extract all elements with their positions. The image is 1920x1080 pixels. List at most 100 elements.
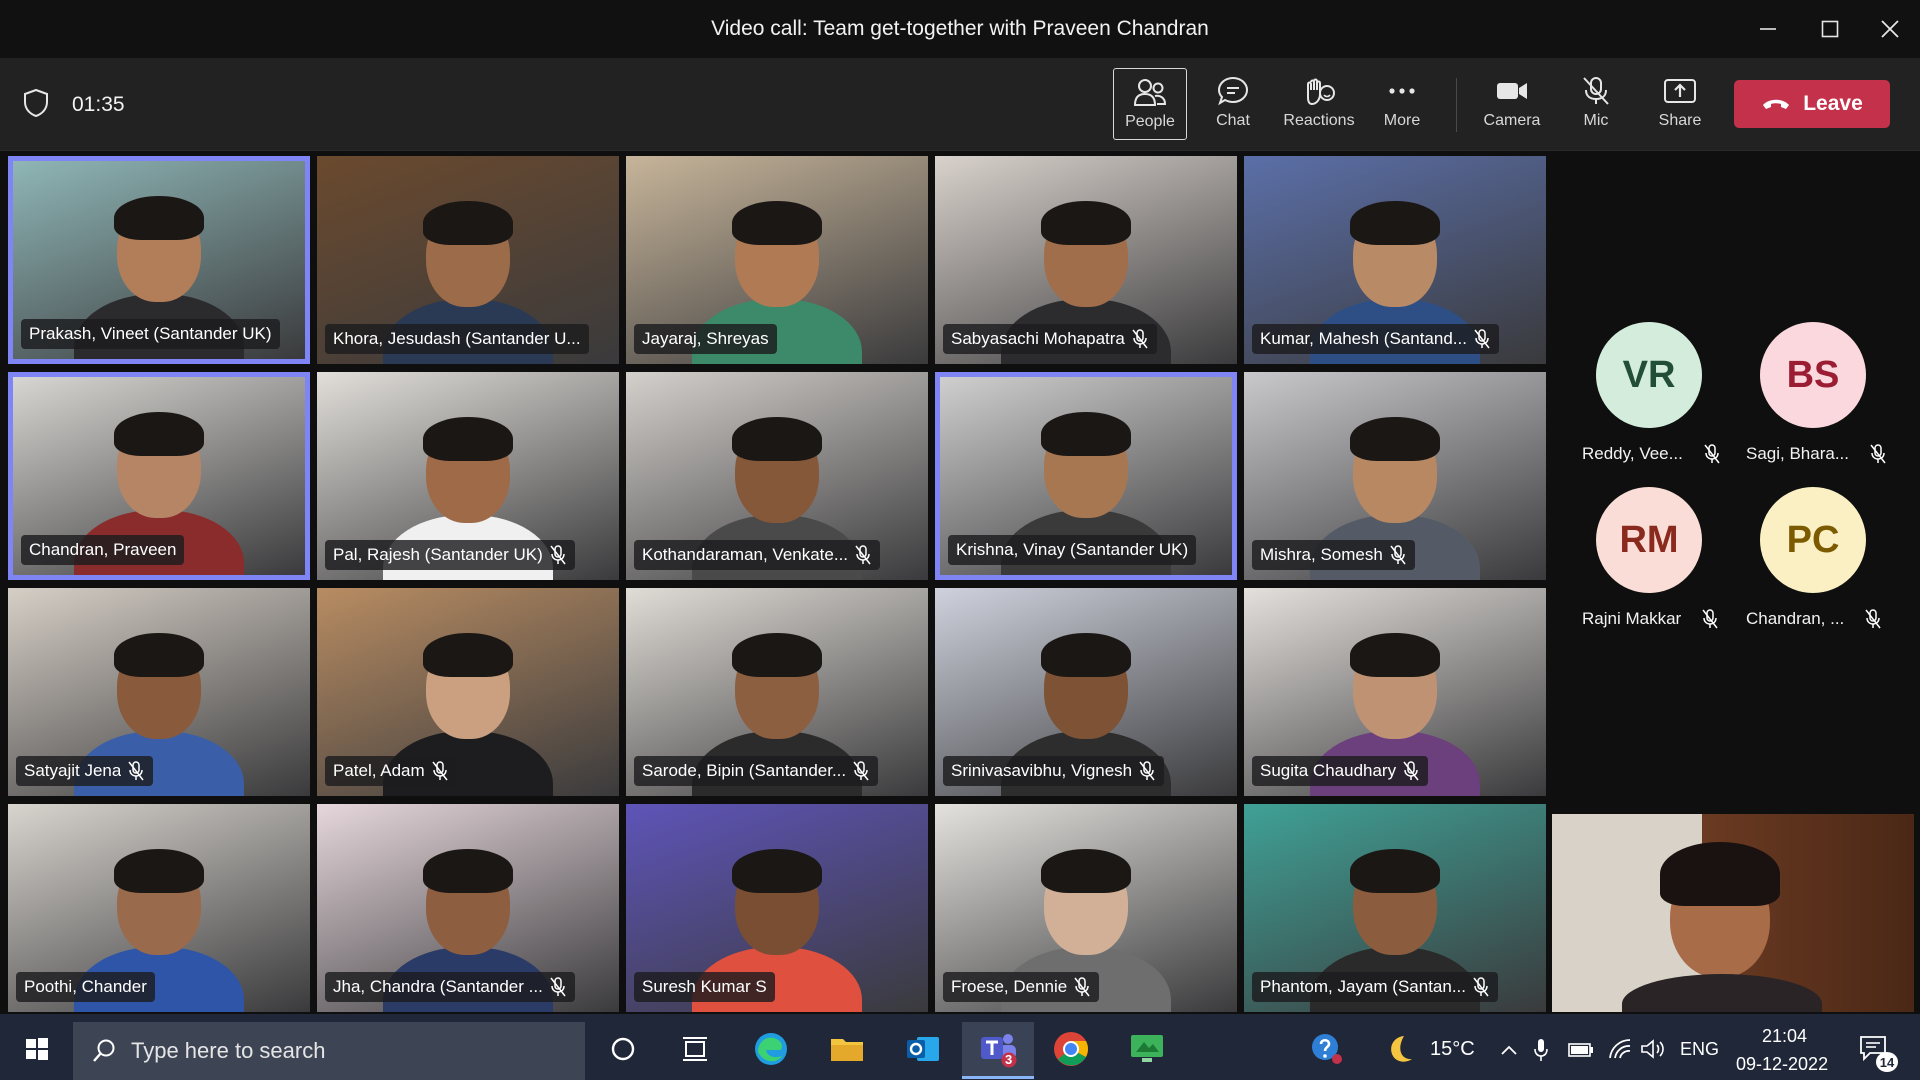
close-button[interactable] xyxy=(1870,10,1910,48)
participant-video-tile[interactable]: Phantom, Jayam (Santan... xyxy=(1244,804,1546,1012)
mic-off-icon xyxy=(550,545,566,565)
help-tray[interactable] xyxy=(1298,1022,1356,1076)
avatar-initials: BS xyxy=(1786,353,1840,396)
people-button[interactable]: People xyxy=(1113,68,1187,140)
mic-off-icon xyxy=(1865,609,1881,629)
participant-video-tile[interactable]: Chandran, Praveen xyxy=(8,372,310,580)
participant-hair xyxy=(1041,201,1131,245)
participant-nameplate: Pal, Rajesh (Santander UK) xyxy=(325,540,575,570)
window-title: Video call: Team get-together with Prave… xyxy=(711,17,1209,40)
share-button[interactable]: Share xyxy=(1644,68,1716,138)
participant-hair xyxy=(114,849,204,893)
participant-nameplate: Krishna, Vinay (Santander UK) xyxy=(948,535,1197,565)
participant-nameplate: Suresh Kumar S xyxy=(634,972,775,1002)
temperature[interactable]: 15°C xyxy=(1430,1038,1475,1061)
shield-icon[interactable] xyxy=(22,88,50,118)
microphone-tray-icon[interactable] xyxy=(1534,1038,1548,1062)
participant-video-tile[interactable]: Jha, Chandra (Santander ... xyxy=(317,804,619,1012)
mic-button[interactable]: Mic xyxy=(1560,68,1632,138)
task-view-button[interactable] xyxy=(666,1022,724,1076)
chat-button[interactable]: Chat xyxy=(1197,68,1269,138)
participant-video-tile[interactable]: Kothandaraman, Venkate... xyxy=(626,372,928,580)
participant-name: Sarode, Bipin (Santander... xyxy=(642,761,847,780)
participant-avatar[interactable]: PC xyxy=(1760,487,1866,593)
avatar-name-label: Reddy, Vee... xyxy=(1582,444,1721,464)
wifi-icon[interactable] xyxy=(1608,1038,1632,1060)
mic-off-icon xyxy=(1132,329,1148,349)
start-button[interactable] xyxy=(8,1022,66,1076)
avatar-initials: PC xyxy=(1786,518,1840,561)
remote-desktop-app[interactable] xyxy=(1118,1022,1176,1076)
more-button[interactable]: More xyxy=(1366,68,1438,138)
maximize-button[interactable] xyxy=(1810,10,1850,48)
folder-icon xyxy=(831,1039,863,1061)
self-video-preview[interactable] xyxy=(1552,814,1914,1012)
participant-hair xyxy=(423,201,513,245)
window-titlebar: Video call: Team get-together with Prave… xyxy=(0,0,1920,58)
share-icon xyxy=(1664,79,1696,103)
clock-date[interactable]: 09-12-2022 xyxy=(1736,1054,1828,1075)
participant-video-tile[interactable]: Sabyasachi Mohapatra xyxy=(935,156,1237,364)
camera-label: Camera xyxy=(1483,112,1541,129)
mic-label: Mic xyxy=(1583,112,1609,129)
mic-off-icon xyxy=(1390,545,1406,565)
participant-video-tile[interactable]: Satyajit Jena xyxy=(8,588,310,796)
minimize-button[interactable] xyxy=(1748,10,1788,48)
participant-name: Suresh Kumar S xyxy=(642,977,767,996)
participant-hair xyxy=(114,196,204,240)
participant-nameplate: Patel, Adam xyxy=(325,756,457,786)
participant-video-tile[interactable]: Pal, Rajesh (Santander UK) xyxy=(317,372,619,580)
reactions-button[interactable]: Reactions xyxy=(1278,68,1360,138)
teams-app[interactable]: 3 xyxy=(962,1022,1034,1079)
outlook-app[interactable] xyxy=(894,1022,952,1076)
participant-video-tile[interactable]: Poothi, Chander xyxy=(8,804,310,1012)
weather-tray[interactable] xyxy=(1370,1022,1428,1076)
participant-video-tile[interactable]: Suresh Kumar S xyxy=(626,804,928,1012)
participant-video-tile[interactable]: Khora, Jesudash (Santander U... xyxy=(317,156,619,364)
participant-video-tile[interactable]: Kumar, Mahesh (Santand... xyxy=(1244,156,1546,364)
participant-avatar[interactable]: BS xyxy=(1760,322,1866,428)
participant-name: Sugita Chaudhary xyxy=(1260,761,1397,780)
mic-off-icon xyxy=(855,545,871,565)
mic-off-icon xyxy=(432,761,448,781)
notifications-button[interactable]: 14 xyxy=(1846,1022,1904,1076)
participant-hair xyxy=(732,633,822,677)
participant-nameplate: Phantom, Jayam (Santan... xyxy=(1252,972,1498,1002)
participant-nameplate: Prakash, Vineet (Santander UK) xyxy=(21,319,280,349)
chat-label: Chat xyxy=(1216,112,1250,129)
chrome-app[interactable] xyxy=(1042,1022,1100,1076)
participant-video-tile[interactable]: Patel, Adam xyxy=(317,588,619,796)
participant-name: Pal, Rajesh (Santander UK) xyxy=(333,545,543,564)
participant-video-tile[interactable]: Krishna, Vinay (Santander UK) xyxy=(935,372,1237,580)
participant-nameplate: Poothi, Chander xyxy=(16,972,155,1002)
chevron-up-icon[interactable] xyxy=(1500,1044,1518,1056)
hangup-phone-icon xyxy=(1763,99,1790,109)
participant-name: Srinivasavibhu, Vignesh xyxy=(951,761,1133,780)
participant-video-tile[interactable]: Froese, Dennie xyxy=(935,804,1237,1012)
participant-hair xyxy=(1041,633,1131,677)
language-indicator[interactable]: ENG xyxy=(1680,1039,1719,1060)
participant-avatar[interactable]: VR xyxy=(1596,322,1702,428)
participant-avatar[interactable]: RM xyxy=(1596,487,1702,593)
participant-name: Chandran, Praveen xyxy=(29,540,177,559)
edge-app[interactable] xyxy=(742,1022,800,1076)
avatar-name: Chandran, ... xyxy=(1746,609,1845,628)
taskbar-search[interactable]: Type here to search xyxy=(73,1022,585,1080)
participant-video-tile[interactable]: Mishra, Somesh xyxy=(1244,372,1546,580)
participant-name: Krishna, Vinay (Santander UK) xyxy=(956,540,1189,559)
clock-time[interactable]: 21:04 xyxy=(1762,1026,1807,1047)
participant-hair xyxy=(732,849,822,893)
leave-button[interactable]: Leave xyxy=(1734,80,1890,128)
participant-video-tile[interactable]: Sugita Chaudhary xyxy=(1244,588,1546,796)
volume-icon[interactable] xyxy=(1640,1038,1666,1060)
camera-button[interactable]: Camera xyxy=(1476,68,1548,138)
participant-video-tile[interactable]: Sarode, Bipin (Santander... xyxy=(626,588,928,796)
participant-video-tile[interactable]: Srinivasavibhu, Vignesh xyxy=(935,588,1237,796)
participant-video-tile[interactable]: Prakash, Vineet (Santander UK) xyxy=(8,156,310,364)
file-explorer-app[interactable] xyxy=(818,1022,876,1076)
cortana-button[interactable] xyxy=(594,1022,652,1076)
participant-hair xyxy=(423,633,513,677)
reactions-label: Reactions xyxy=(1283,112,1355,129)
battery-icon[interactable] xyxy=(1568,1042,1594,1058)
participant-video-tile[interactable]: Jayaraj, Shreyas xyxy=(626,156,928,364)
